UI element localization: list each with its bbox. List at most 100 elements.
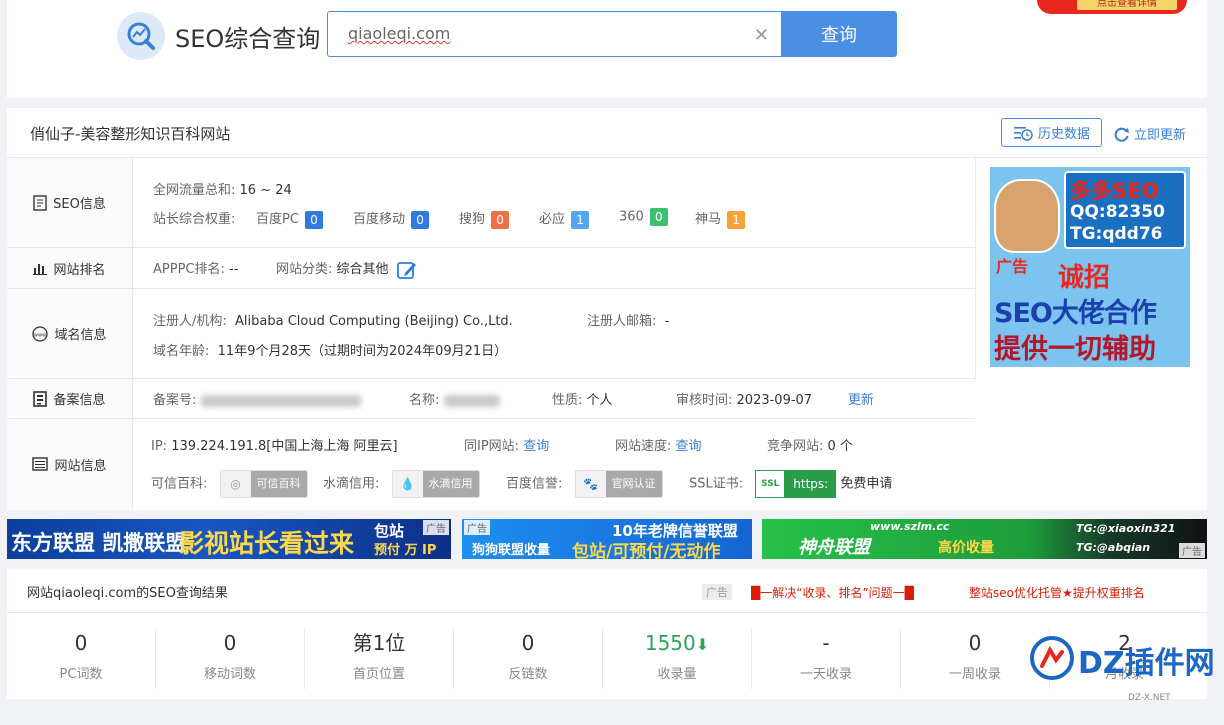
banner2-text-b: 狗狗联盟收量 [472, 543, 551, 558]
weight-name: 必应 [539, 212, 566, 227]
icp-update-link[interactable]: 更新 [848, 389, 874, 408]
top-ad-banner[interactable]: 点击查看详情 [1037, 0, 1187, 14]
domain-row: www 域名信息 注册人/机构: Alibaba Cloud Computing… [7, 289, 975, 379]
seo-logo-icon[interactable] [117, 12, 165, 60]
weight-baidu-pc[interactable]: 百度PC 0 [256, 208, 323, 229]
icp-type-label: 性质: [552, 393, 583, 408]
banner-ad-2[interactable]: 广告 10年老牌信誉联盟 狗狗联盟收量 包站/可预付/无动作 [462, 519, 752, 559]
competitor-field: 竞争网站: 0 个 [767, 435, 853, 454]
weight-shenma[interactable]: 神马 1 [695, 208, 746, 229]
stat-value: 0 [521, 631, 535, 655]
baidu-credit-field: 百度信誉: 🐾 官网认证 [506, 470, 663, 498]
kexin-icon: ◎ [220, 471, 251, 497]
seo-info-label: SEO信息 [7, 158, 133, 247]
banner-ad-3[interactable]: www.szlm.cc 神舟联盟 高价收量 TG:@xiaoxin321 TG:… [762, 519, 1207, 559]
clear-icon[interactable]: ✕ [754, 25, 769, 46]
speed-link[interactable]: 查询 [676, 439, 702, 454]
baidu-credit-badge[interactable]: 🐾 官网认证 [574, 470, 663, 498]
watermark-text: DZ插件网 [1078, 646, 1215, 681]
banner1-text-c: 包站 [374, 522, 405, 540]
stat-pc-words[interactable]: 0 PC词数 [7, 629, 156, 689]
email-field: 注册人邮箱: - [587, 310, 669, 329]
results-header: 网站qiaoleqi.com的SEO查询结果 广告 █一解决“收录、排名”问题一… [7, 569, 1207, 613]
weight-sogou[interactable]: 搜狗 0 [459, 208, 510, 229]
stat-day-indexed[interactable]: - 一天收录 [752, 629, 901, 689]
icp-name-blurred [443, 394, 500, 407]
same-ip-field: 同IP网站: 查询 [464, 435, 549, 454]
weight-badge[interactable]: 0 [649, 208, 668, 226]
domain-label: www 域名信息 [7, 289, 133, 378]
stat-indexed[interactable]: 1550⬇ 收录量 [603, 629, 752, 689]
ad-line-2: QQ:82350 [1070, 202, 1165, 222]
speed-label: 网站速度: [615, 439, 672, 454]
weight-badge[interactable]: 1 [727, 210, 746, 229]
logo-text[interactable]: SEO综合查询 [175, 19, 320, 54]
banner3-text-c: 高价收量 [938, 540, 994, 556]
category-field: 网站分类: 综合其他 [276, 258, 417, 279]
competitor-value: 0 个 [827, 439, 853, 454]
stat-value: 第1位 [352, 631, 406, 655]
ip-field: IP: 139.224.191.8[中国上海上海 阿里云] [151, 435, 398, 454]
banner1-text-b: 影视站长看过来 [179, 529, 355, 558]
stat-home-position[interactable]: 第1位首页位置 [305, 629, 454, 689]
water-drop-icon: 💧 [392, 471, 423, 497]
icp-type-value: 个人 [586, 393, 613, 408]
search-input[interactable]: qiaoleqi.com ✕ [327, 11, 781, 57]
side-divider [975, 158, 976, 379]
site-info-label: 网站信息 [7, 419, 133, 509]
weight-bing[interactable]: 必应 1 [539, 208, 590, 229]
icp-audit-field: 审核时间: 2023-09-07 [676, 389, 812, 408]
stat-label: 一周收录 [948, 667, 1001, 682]
registrant-value: Alibaba Cloud Computing (Beijing) Co.,Lt… [235, 314, 513, 329]
kexin-badge[interactable]: ◎ 可信百科 [219, 470, 308, 498]
weight-badge[interactable]: 0 [491, 210, 510, 229]
stat-label: 反链数 [508, 667, 548, 682]
weight-badge[interactable]: 0 [304, 210, 323, 229]
refresh-button[interactable]: 立即更新 [1114, 124, 1186, 143]
seo-info-row: SEO信息 全网流量总和: 16 ~ 24 站长综合权重: 百度PC 0 百度移动… [7, 158, 975, 248]
search-button[interactable]: 查询 [781, 11, 897, 57]
icp-number-field: 备案号: [153, 389, 361, 408]
registrant-label: 注册人/机构: [153, 314, 227, 329]
stat-mobile-words[interactable]: 0 移动词数 [156, 629, 305, 689]
side-ad-banner[interactable]: 多多SEO QQ:82350 TG:qdd76 广告 诚招 SEO大佬合作 提供… [990, 167, 1190, 367]
stat-value: 0 [74, 631, 88, 655]
weight-badge[interactable]: 0 [411, 210, 430, 229]
seo-results-panel: 网站qiaoleqi.com的SEO查询结果 广告 █一解决“收录、排名”问题一… [7, 569, 1207, 699]
header: SEO综合查询 qiaoleqi.com ✕ 查询 点击查看详情 [7, 0, 1207, 98]
weight-360[interactable]: 360 0 [619, 208, 668, 226]
ip-value: 139.224.191.8[中国上海上海 阿里云] [171, 439, 398, 454]
baidu-credit-badge-text: 官网认证 [605, 471, 662, 497]
banner-ad-1[interactable]: 东方联盟 凯撒联盟 影视站长看过来 包站 预付 万 IP 广告 [7, 519, 451, 559]
icp-row: 备案信息 备案号: 名称: 性质: 个人 审核时间: 2023-09-07 更新 [7, 379, 975, 419]
stat-value-indexed: 1550⬇ [603, 629, 751, 657]
weight-badge[interactable]: 1 [571, 210, 590, 229]
ssl-apply-link[interactable]: 免费申请 [840, 477, 892, 492]
ssl-badge[interactable]: SSL https: [755, 470, 837, 498]
banner3-text-d: TG:@xiaoxin321 [1076, 522, 1176, 535]
stat-backlinks[interactable]: 0 反链数 [454, 629, 603, 689]
rank-label: 网站排名 [7, 248, 133, 288]
weight-baidu-mobile[interactable]: 百度移动 0 [353, 208, 430, 229]
baidu-credit-label: 百度信誉: [506, 476, 563, 492]
shuidi-badge[interactable]: 💧 水滴信用 [391, 470, 480, 498]
stat-value: 0 [968, 631, 982, 655]
icp-audit-label: 审核时间: [676, 393, 733, 408]
domain-body: 注册人/机构: Alibaba Cloud Computing (Beijing… [133, 289, 975, 378]
icp-label: 备案信息 [7, 379, 133, 418]
edit-icon[interactable] [396, 261, 417, 279]
search-value[interactable]: qiaoleqi.com [348, 24, 450, 43]
banner3-ad-tag: 广告 [1179, 543, 1205, 558]
stat-week-indexed[interactable]: 0 一周收录 [901, 629, 1050, 689]
history-data-button[interactable]: 历史数据 [1001, 118, 1102, 147]
weight-label: 站长综合权重: [153, 212, 236, 227]
icp-name-field: 名称: [409, 389, 500, 408]
same-ip-link[interactable]: 查询 [523, 439, 549, 454]
www-icon: www [32, 325, 49, 342]
results-ad-link-2[interactable]: 整站seo优化托管★提升权重排名 [969, 584, 1145, 601]
stat-label: 首页位置 [352, 667, 405, 682]
results-ad-link-1[interactable]: █一解决“收录、排名”问题一█ [751, 584, 914, 601]
dz-logo-icon [1030, 636, 1074, 680]
top-ad-text[interactable]: 点击查看详情 [1077, 0, 1177, 10]
paw-icon: 🐾 [575, 471, 606, 497]
